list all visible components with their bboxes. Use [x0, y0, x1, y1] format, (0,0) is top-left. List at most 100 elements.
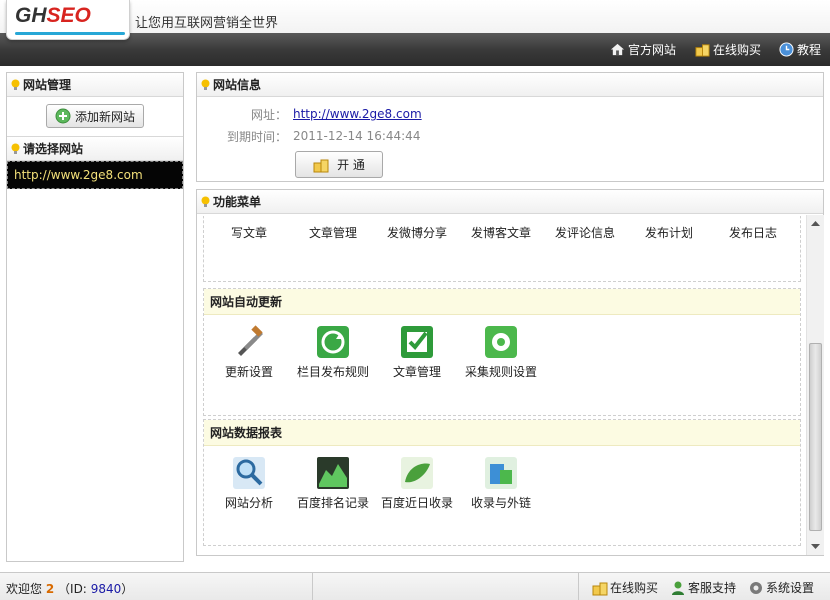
tool-label: 收录与外链 — [470, 496, 531, 510]
auto-update-section: 网站自动更新 更新设置 栏目发布规则 文章管理 采集规则设置 — [203, 288, 801, 416]
scroll-thumb[interactable] — [809, 343, 822, 531]
function-menu-panel: 功能菜单 写文章 文章管理 发微博分享 发博客文章 发评论信息 发布计划 发布日… — [196, 189, 824, 556]
id-prefix: （ID: — [58, 582, 87, 596]
slogan: 让您用互联网营销全世界 — [135, 16, 279, 31]
bulb-icon — [201, 79, 210, 90]
activate-button[interactable]: 开 通 — [295, 151, 383, 178]
publish-section: 写文章 文章管理 发微博分享 发博客文章 发评论信息 发布计划 发布日志 — [203, 216, 801, 282]
scroll-down-arrow[interactable] — [807, 537, 824, 555]
coins-icon — [695, 44, 710, 57]
comment-icon — [568, 216, 602, 220]
site-info-header: 网站信息 — [197, 73, 823, 97]
tool-write-article[interactable]: 写文章 — [204, 216, 294, 241]
status-divider — [312, 573, 313, 600]
menu-scroll-area: 写文章 文章管理 发微博分享 发博客文章 发评论信息 发布计划 发布日志 网站自… — [203, 216, 801, 546]
status-settings-label: 系统设置 — [766, 581, 815, 595]
checkbox-icon — [401, 326, 433, 358]
tool-label: 发博客文章 — [470, 226, 531, 240]
magnifier-icon — [233, 457, 265, 489]
tool-label: 文章管理 — [308, 226, 357, 240]
buy-online-label: 在线购买 — [713, 43, 762, 57]
logo-underline — [15, 32, 125, 35]
tool-collect-rules[interactable]: 采集规则设置 — [456, 325, 546, 380]
welcome-label: 欢迎您 — [6, 582, 43, 596]
tool-article-manage[interactable]: 文章管理 — [288, 216, 378, 241]
tool-label: 百度排名记录 — [296, 496, 369, 510]
status-settings[interactable]: 系统设置 — [748, 579, 814, 596]
gear-icon — [750, 581, 762, 594]
coins-icon — [313, 159, 329, 172]
expire-label: 到期时间： — [226, 130, 287, 144]
share-icon — [400, 216, 434, 220]
status-support[interactable]: 客服支持 — [670, 579, 736, 596]
expire-time: 2011-12-14 16:44:44 — [293, 129, 421, 143]
tool-index-backlinks[interactable]: 收录与外链 — [456, 456, 546, 511]
buy-online-link[interactable]: 在线购买 — [695, 41, 761, 58]
site-url-link[interactable]: http://www.2ge8.com — [293, 107, 422, 121]
site-info-panel: 网站信息 网址： http://www.2ge8.com 到期时间： 2011-… — [196, 72, 824, 182]
app-header: GHSEO 让您用互联网营销全世界 官方网站 在线购买 教程 — [0, 0, 830, 66]
site-list-item[interactable]: http://www.2ge8.com — [7, 161, 183, 189]
tool-blog-post[interactable]: 发博客文章 — [456, 216, 546, 241]
coins-icon — [592, 582, 608, 595]
bulb-icon — [11, 143, 20, 154]
user-id: 9840 — [90, 582, 122, 596]
bulb-icon — [11, 79, 20, 90]
welcome-text: 欢迎您 2 （ID: 9840） — [6, 580, 133, 597]
pen-icon — [736, 216, 770, 220]
official-site-link[interactable]: 官方网站 — [610, 41, 676, 58]
tools-icon — [238, 325, 263, 356]
function-menu-title: 功能菜单 — [213, 195, 262, 209]
auto-update-title: 网站自动更新 — [204, 289, 800, 315]
sidebar: 网站管理 添加新网站 请选择网站 http://www.2ge8.com — [6, 72, 184, 562]
tool-update-settings[interactable]: 更新设置 — [204, 325, 294, 380]
tool-site-analysis[interactable]: 网站分析 — [204, 456, 294, 511]
logo-text-seo: SEO — [46, 4, 91, 27]
tool-post-comment[interactable]: 发评论信息 — [540, 216, 630, 241]
add-site-button[interactable]: 添加新网站 — [46, 104, 144, 128]
tool-column-rules[interactable]: 栏目发布规则 — [288, 325, 378, 380]
function-menu-header: 功能菜单 — [197, 190, 823, 214]
id-suffix: ） — [121, 582, 134, 596]
site-manage-title: 网站管理 — [23, 78, 72, 92]
tool-label: 百度近日收录 — [380, 496, 453, 510]
tool-label: 发布计划 — [644, 226, 693, 240]
site-manage-header: 网站管理 — [7, 73, 183, 97]
menu-scrollbar[interactable] — [806, 215, 824, 555]
tool-weibo-share[interactable]: 发微博分享 — [372, 216, 462, 241]
chart-icon — [317, 457, 349, 489]
home-icon — [610, 43, 625, 56]
status-bar: 欢迎您 2 （ID: 9840） 在线购买 客服支持 系统设置 — [0, 572, 830, 600]
status-divider — [578, 573, 579, 600]
tool-article-manage-2[interactable]: 文章管理 — [372, 325, 462, 380]
tool-label: 发评论信息 — [554, 226, 615, 240]
reports-section: 网站数据报表 网站分析 百度排名记录 百度近日收录 收录与外链 — [203, 419, 801, 546]
reports-title: 网站数据报表 — [204, 420, 800, 446]
pencil-icon — [232, 216, 266, 220]
tutorial-link[interactable]: 教程 — [779, 41, 821, 58]
tool-publish-log[interactable]: 发布日志 — [708, 216, 798, 241]
status-buy-online[interactable]: 在线购买 — [592, 579, 658, 596]
database-icon — [485, 457, 517, 489]
green-box-icon — [316, 216, 350, 220]
tool-label: 发微博分享 — [386, 226, 447, 240]
scroll-up-arrow[interactable] — [807, 215, 824, 233]
official-site-label: 官方网站 — [628, 43, 677, 57]
chevron-up-icon — [811, 221, 820, 226]
chevron-down-icon — [811, 544, 820, 549]
tutorial-label: 教程 — [797, 43, 822, 57]
gear-icon — [485, 326, 517, 358]
tool-label: 采集规则设置 — [464, 365, 537, 379]
support-person-icon — [672, 581, 684, 595]
tool-publish-plan[interactable]: 发布计划 — [624, 216, 714, 241]
url-label: 网址： — [250, 108, 287, 122]
logo[interactable]: GHSEO — [6, 0, 130, 40]
tool-label: 栏目发布规则 — [296, 365, 369, 379]
site-count: 2 — [45, 582, 55, 596]
tool-baidu-rank[interactable]: 百度排名记录 — [288, 456, 378, 511]
tool-baidu-recent[interactable]: 百度近日收录 — [372, 456, 462, 511]
tool-label: 写文章 — [230, 226, 267, 240]
site-info-title: 网站信息 — [213, 78, 262, 92]
globe-icon — [652, 216, 686, 220]
bulb-icon — [201, 196, 210, 207]
